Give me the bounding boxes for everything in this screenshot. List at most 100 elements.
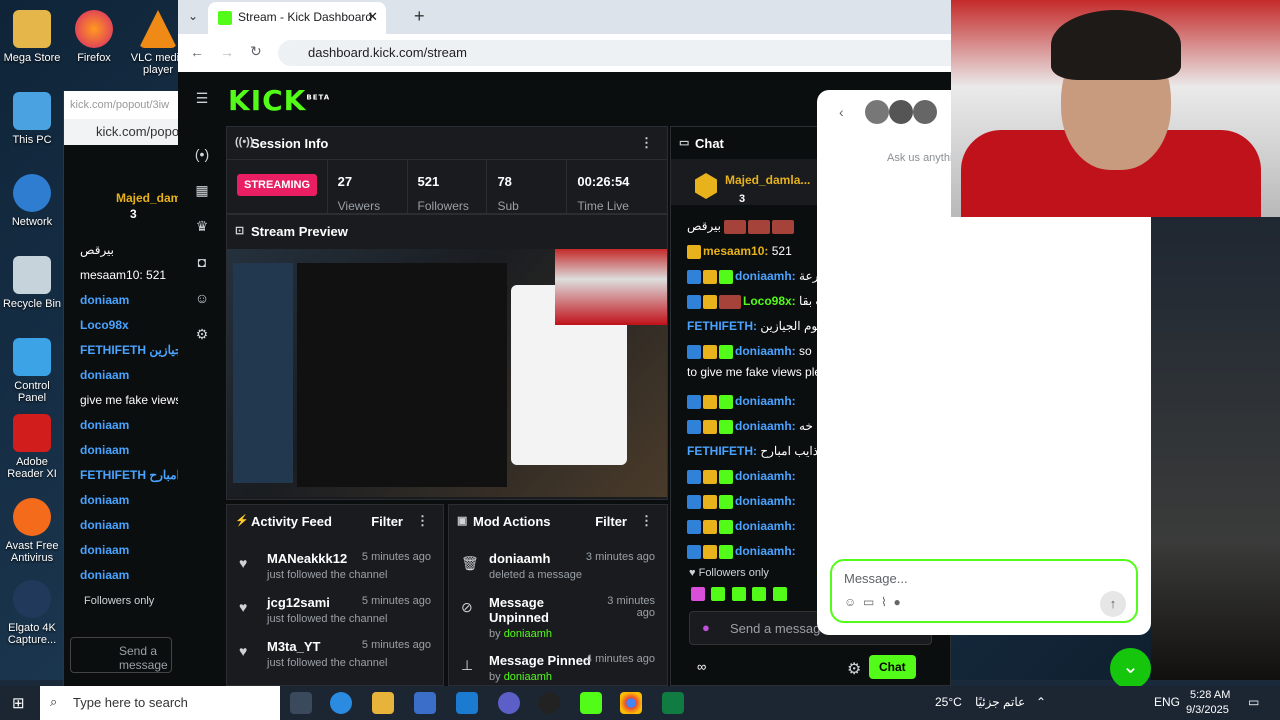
pinned-user[interactable]: Majed_damla... bbox=[725, 173, 810, 187]
more-icon[interactable]: ⋮ bbox=[640, 513, 653, 529]
stream-icon[interactable]: (•) bbox=[191, 146, 213, 168]
mod-user[interactable]: doniaamh bbox=[504, 628, 552, 640]
chat-user[interactable]: FETHIFETH: bbox=[687, 319, 757, 333]
chat-user[interactable]: doniaamh: bbox=[735, 269, 796, 283]
chat-settings-icon[interactable]: ⚙ bbox=[847, 659, 861, 679]
emote-icon[interactable] bbox=[752, 586, 767, 601]
more-icon[interactable]: ⋮ bbox=[416, 513, 429, 529]
preview-icon[interactable]: ◘ bbox=[191, 254, 213, 276]
activity-user[interactable]: M3ta_YT bbox=[267, 639, 320, 654]
chat-user[interactable]: mesaam10: bbox=[703, 244, 768, 258]
community-icon[interactable]: ☺ bbox=[191, 290, 213, 312]
time-live: 00:26:54 bbox=[577, 174, 630, 189]
tab-kick-dashboard[interactable]: Stream - Kick Dashboard ✕ bbox=[208, 2, 386, 34]
boost-badge-icon bbox=[687, 544, 701, 559]
task-view-icon[interactable] bbox=[290, 692, 312, 714]
desktop-icon-avast[interactable]: Avast Free Antivirus bbox=[0, 498, 64, 564]
back-icon[interactable]: ← bbox=[190, 44, 204, 60]
store-icon[interactable] bbox=[414, 692, 436, 714]
stream-preview-panel: ⊡ Stream Preview bbox=[226, 214, 668, 500]
forward-icon[interactable]: → bbox=[220, 44, 234, 60]
chat-user[interactable]: doniaamh: bbox=[735, 419, 796, 433]
scroll-down-button[interactable]: ⌄ bbox=[1110, 648, 1151, 689]
chat-user[interactable]: doniaamh: bbox=[735, 394, 796, 408]
chat-user[interactable]: doniaamh: bbox=[735, 544, 796, 558]
gif-icon[interactable]: ▭ bbox=[863, 595, 874, 609]
kick-logo[interactable]: KICKBETA bbox=[228, 84, 330, 117]
emote-icon bbox=[772, 219, 795, 234]
assistant-message-input[interactable]: Message... ☺ ▭ ⌇ ● ↑ bbox=[830, 559, 1138, 623]
stream-preview-video[interactable] bbox=[227, 249, 667, 497]
back-chevron-icon[interactable]: ‹ bbox=[839, 104, 844, 120]
panel-title: Mod Actions bbox=[473, 514, 551, 529]
mic-icon[interactable]: ● bbox=[702, 620, 710, 635]
tray-chevron-icon[interactable]: ⌃ bbox=[1036, 695, 1046, 709]
attach-icon[interactable]: ⌇ bbox=[881, 595, 887, 609]
activity-filter-button[interactable]: Filter bbox=[371, 514, 403, 529]
tab-list-icon[interactable]: ⌄ bbox=[188, 9, 198, 23]
weather-condition[interactable]: عاتم جزئيًا bbox=[975, 695, 1025, 709]
emoji-icon[interactable]: ☺ bbox=[844, 595, 856, 609]
chat-user[interactable]: doniaamh: bbox=[735, 469, 796, 483]
emote-icon[interactable] bbox=[711, 586, 726, 601]
desktop-icon-this-pc[interactable]: This PC bbox=[0, 92, 64, 146]
clock-date[interactable]: 9/3/2025 bbox=[1186, 704, 1229, 716]
edge-icon[interactable] bbox=[330, 692, 352, 714]
activity-user[interactable]: MANeakkk12 bbox=[267, 551, 347, 566]
new-tab-icon[interactable]: + bbox=[414, 6, 425, 27]
emote-icon[interactable] bbox=[731, 586, 746, 601]
url-field[interactable]: dashboard.kick.com/stream bbox=[278, 40, 968, 66]
mod-filter-button[interactable]: Filter bbox=[595, 514, 627, 529]
desktop-icon-mega-store[interactable]: Mega Store bbox=[0, 10, 64, 64]
chat-user[interactable]: Loco98x: bbox=[743, 294, 796, 308]
assistant-hint: Ask us anythi bbox=[887, 152, 953, 164]
obs-icon[interactable] bbox=[538, 692, 560, 714]
desktop-icon-elgato[interactable]: Elgato 4K Capture... bbox=[0, 580, 64, 646]
desktop-icon-control-panel[interactable]: Control Panel bbox=[0, 338, 64, 404]
settings-icon[interactable]: ⚙ bbox=[191, 326, 213, 348]
chat-user[interactable]: doniaamh: bbox=[735, 494, 796, 508]
send-arrow-icon[interactable]: ↑ bbox=[1100, 591, 1126, 617]
desktop-icon-adobe-reader[interactable]: Adobe Reader XI bbox=[0, 414, 64, 480]
chat-icon: ▭ bbox=[679, 137, 690, 149]
desktop-wallpaper-right bbox=[1151, 217, 1280, 680]
chat-user[interactable]: doniaamh: bbox=[735, 519, 796, 533]
popout-url[interactable]: kick.com/popou bbox=[64, 119, 178, 145]
app-icon[interactable] bbox=[498, 692, 520, 714]
chat-user[interactable]: FETHIFETH: bbox=[687, 444, 757, 458]
analytics-icon[interactable]: ▦ bbox=[191, 182, 213, 204]
file-explorer-icon[interactable] bbox=[372, 692, 394, 714]
clock-time[interactable]: 5:28 AM bbox=[1190, 689, 1230, 701]
desktop-icon-network[interactable]: Network bbox=[0, 174, 64, 228]
chat-line: doniaam bbox=[80, 443, 130, 457]
mail-icon[interactable] bbox=[456, 692, 478, 714]
chat-send-button[interactable]: Chat bbox=[869, 655, 916, 679]
weather-temp[interactable]: 25°C bbox=[935, 695, 962, 709]
reload-icon[interactable]: ↻ bbox=[250, 43, 262, 60]
menu-icon[interactable]: ☰ bbox=[191, 90, 213, 112]
taskbar-search[interactable]: ⌕ Type here to search bbox=[40, 686, 280, 720]
popout-message-input[interactable]: Send a message bbox=[70, 637, 172, 673]
mod-by: by bbox=[489, 671, 504, 683]
emote-icon[interactable] bbox=[691, 586, 705, 601]
windows-start-icon[interactable]: ⊞ bbox=[12, 694, 25, 712]
follower-label: Followers bbox=[417, 199, 469, 213]
emote-icon[interactable] bbox=[772, 586, 787, 601]
close-tab-icon[interactable]: ✕ bbox=[367, 9, 378, 25]
activity-user[interactable]: jcg12sami bbox=[267, 595, 330, 610]
mod-user[interactable]: doniaamh bbox=[504, 671, 552, 683]
boost-badge-icon bbox=[687, 469, 701, 484]
language-indicator[interactable]: ENG bbox=[1154, 695, 1180, 709]
mic-icon[interactable]: ● bbox=[893, 595, 900, 609]
chat-user[interactable]: doniaamh: bbox=[735, 344, 796, 358]
notification-icon[interactable]: ▭ bbox=[1248, 695, 1259, 709]
chrome-icon[interactable] bbox=[620, 692, 642, 714]
more-icon[interactable]: ⋮ bbox=[640, 135, 653, 151]
desktop-icon-recycle-bin[interactable]: Recycle Bin bbox=[0, 256, 64, 310]
infinity-icon[interactable]: ∞ bbox=[697, 659, 706, 674]
kick-app-icon[interactable] bbox=[580, 692, 602, 714]
excel-icon[interactable] bbox=[662, 692, 684, 714]
panel-title: Activity Feed bbox=[251, 514, 332, 529]
trophy-icon[interactable]: ♛ bbox=[191, 218, 213, 240]
desktop-icon-firefox[interactable]: Firefox bbox=[62, 10, 126, 64]
